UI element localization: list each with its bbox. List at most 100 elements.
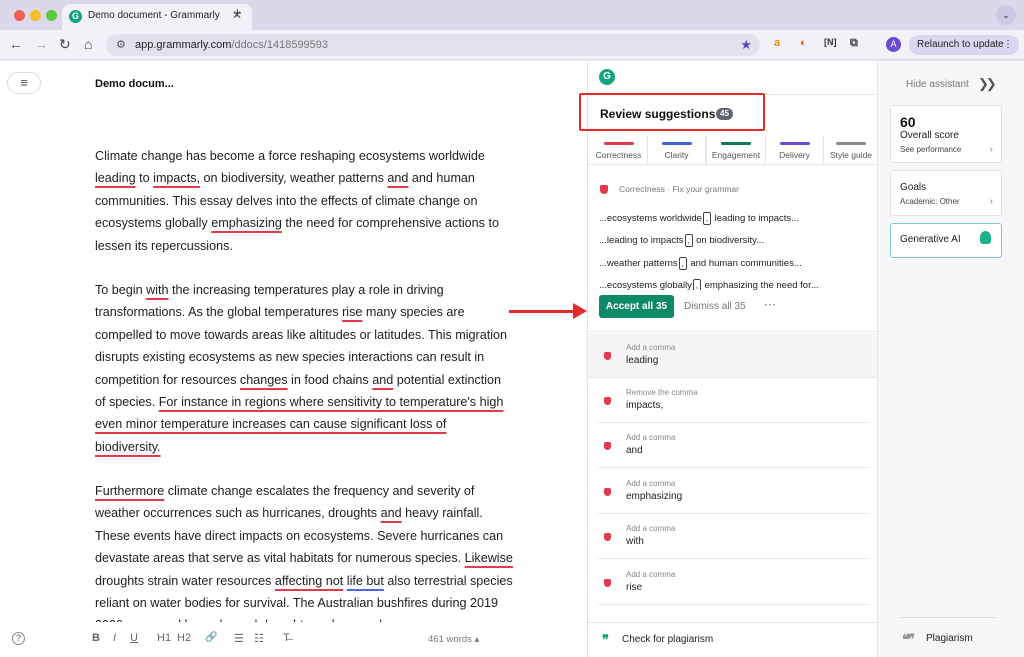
forward-icon[interactable]: →	[34, 36, 48, 52]
body-text: droughts strain water resources	[95, 573, 275, 588]
site-settings-icon[interactable]: ⚙	[116, 38, 126, 51]
highlight-box-annotation	[579, 93, 765, 131]
flagged-text-clarity[interactable]: life but	[347, 574, 384, 588]
tab-color-bar	[603, 142, 634, 145]
flagged-text[interactable]: and	[372, 373, 393, 387]
suggestion-card[interactable]: Add a comma and	[598, 423, 868, 468]
document-editor[interactable]: ≡ Demo docum... Climate change has becom…	[0, 61, 587, 657]
body-text: in food chains	[287, 372, 373, 387]
heading2-icon[interactable]: H2	[177, 632, 191, 644]
assistant-sidebar: Hide assistant ❯❯ 60 Overall score See p…	[877, 61, 1024, 657]
suggestion-card[interactable]: Add a comma with	[598, 514, 868, 559]
divider	[588, 164, 877, 165]
url-input[interactable]: ⚙ app.grammarly.com/ddocs/1418599593 ★	[106, 34, 760, 56]
overall-score-card[interactable]: 60 Overall score See performance ›	[890, 105, 1002, 163]
reload-icon[interactable]: ↻	[59, 36, 71, 53]
word-count[interactable]: 461 words ▴	[428, 634, 479, 645]
flagged-text[interactable]: impacts,	[153, 171, 200, 185]
suggestion-type: Add a comma	[626, 524, 676, 533]
generative-ai-button[interactable]: Generative AI	[890, 223, 1002, 258]
tab-style-guide[interactable]: Style guide	[824, 136, 877, 164]
suggestion-preview[interactable]: ...leading to impacts, on biodiversity..…	[599, 234, 764, 247]
suggestions-panel: G Review suggestions 45 Correctness Clar…	[587, 61, 877, 657]
document-paragraph[interactable]: To begin with the increasing temperature…	[95, 279, 515, 458]
browser-tab-bar: G Demo document - Grammarly ✕ + ⌄	[0, 0, 1024, 30]
tab-search-button[interactable]: ⌄	[996, 5, 1016, 25]
preview-before: ...leading to impacts	[599, 235, 684, 247]
back-icon[interactable]: ←	[9, 36, 23, 52]
amazon-icon[interactable]: a	[774, 37, 780, 49]
check-plagiarism-button[interactable]: ❞ Check for plagiarism	[588, 622, 877, 657]
numbered-list-icon[interactable]: ☰	[234, 632, 244, 645]
lightbulb-icon	[980, 231, 991, 244]
tab-correctness[interactable]: Correctness	[590, 136, 648, 164]
new-tab-button[interactable]: +	[233, 5, 242, 22]
link-icon[interactable]: 🔗	[205, 632, 217, 643]
puzzle-icon[interactable]: ⧉	[850, 37, 858, 50]
help-icon[interactable]: ?	[12, 632, 25, 645]
suggestion-preview[interactable]: ...ecosystems worldwide, leading to impa…	[599, 212, 799, 225]
tab-delivery[interactable]: Delivery	[766, 136, 824, 164]
flagged-text[interactable]: rise	[342, 305, 362, 319]
plagiarism-button[interactable]: Plagiarism	[926, 633, 973, 644]
flagged-text[interactable]: affecting not	[275, 574, 343, 588]
flagged-text[interactable]: Likewise	[465, 551, 513, 565]
extension-icon[interactable]: ◐	[800, 37, 807, 49]
bold-icon[interactable]: B	[92, 632, 100, 644]
italic-icon[interactable]: I	[113, 632, 116, 644]
suggestion-type: Add a comma	[626, 433, 676, 442]
heading1-icon[interactable]: H1	[157, 632, 171, 644]
suggestion-card[interactable]: Add a comma emphasizing	[598, 469, 868, 514]
maximize-window-button[interactable]	[46, 10, 57, 21]
tab-label: Engagement	[711, 150, 761, 160]
minimize-window-button[interactable]	[30, 10, 41, 21]
browser-address-bar: ← → ↻ ⌂ ⚙ app.grammarly.com/ddocs/141859…	[0, 30, 1024, 60]
flagged-text[interactable]: leading	[95, 171, 136, 185]
flagged-text[interactable]: with	[146, 283, 168, 297]
menu-dots-icon[interactable]: ⋮	[1003, 35, 1013, 55]
document-title[interactable]: Demo docum...	[95, 78, 174, 90]
tab-title: Demo document - Grammarly	[88, 10, 220, 21]
chevron-right-icon: ›	[989, 196, 993, 207]
bookmark-star-icon[interactable]: ★	[740, 37, 752, 53]
document-paragraph[interactable]: Climate change has become a force reshap…	[95, 145, 515, 257]
more-options-icon[interactable]: ···	[764, 297, 776, 311]
body-text: To begin	[95, 283, 147, 297]
suggestion-word: impacts,	[626, 400, 664, 411]
close-window-button[interactable]	[14, 10, 25, 21]
quote-icon: ❞	[602, 632, 609, 647]
underline-icon[interactable]: U	[130, 632, 138, 644]
suggestion-preview[interactable]: ...weather patterns, and human communiti…	[599, 257, 802, 270]
dismiss-all-button[interactable]: Dismiss all 35	[684, 301, 746, 312]
goals-card[interactable]: Goals Academic: Other ›	[890, 170, 1002, 216]
hide-assistant-button[interactable]: Hide assistant	[906, 79, 969, 90]
flagged-text[interactable]: changes	[240, 373, 288, 387]
tab-clarity[interactable]: Clarity	[648, 136, 706, 164]
accept-all-button[interactable]: Accept all 35	[599, 295, 674, 318]
relaunch-to-update-button[interactable]: Relaunch to update ⋮	[909, 35, 1019, 55]
flagged-text[interactable]: Furthermore	[95, 484, 164, 498]
extension-icon[interactable]: [N]	[824, 37, 837, 47]
flagged-text[interactable]: and	[387, 171, 408, 185]
correctness-shield-icon	[604, 488, 611, 496]
browser-tab-active[interactable]: G Demo document - Grammarly ✕	[62, 4, 252, 30]
tab-engagement[interactable]: Engagement	[706, 136, 766, 164]
flagged-text[interactable]: emphasizing	[211, 216, 282, 230]
flagged-text[interactable]: and	[381, 506, 402, 520]
clear-format-icon[interactable]: T̶	[283, 632, 290, 644]
url-path: /ddocs/1418599593	[231, 39, 329, 51]
insert-comma-marker: ,	[702, 212, 711, 225]
home-icon[interactable]: ⌂	[84, 36, 92, 52]
menu-icon[interactable]: ≡	[7, 72, 41, 94]
document-paragraph[interactable]: Furthermore climate change escalates the…	[95, 480, 515, 637]
double-chevron-right-icon[interactable]: ❯❯	[978, 76, 997, 92]
bulleted-list-icon[interactable]: ☷	[254, 632, 264, 645]
tab-label: Delivery	[779, 150, 810, 160]
suggestion-card[interactable]: Add a comma rise	[598, 560, 868, 605]
goals-value: Academic: Other	[900, 197, 960, 206]
suggestion-card[interactable]: Add a comma leading	[588, 333, 877, 378]
profile-avatar[interactable]: A	[886, 37, 901, 52]
see-performance-link[interactable]: See performance	[900, 145, 961, 154]
chevron-right-icon: ›	[989, 144, 993, 155]
suggestion-card[interactable]: Remove the comma impacts,	[598, 378, 868, 423]
